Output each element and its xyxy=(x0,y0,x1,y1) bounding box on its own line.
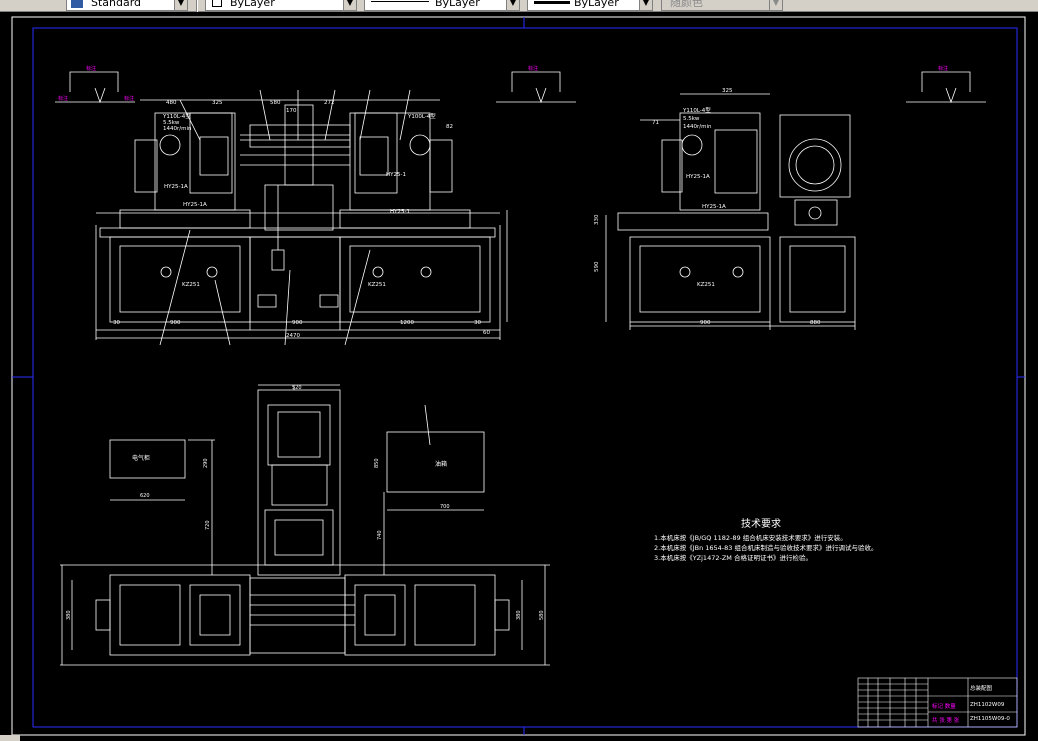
color-swatch-icon xyxy=(212,0,222,7)
svg-text:HY25-1: HY25-1 xyxy=(386,172,406,178)
svg-text:标注: 标注 xyxy=(86,65,96,72)
svg-text:380: 380 xyxy=(66,610,72,620)
layer-color-value: ByLayer xyxy=(230,0,275,9)
svg-text:Y100L-4型: Y100L-4型 xyxy=(407,112,436,120)
svg-text:480: 480 xyxy=(166,100,177,106)
svg-text:HY25-1A: HY25-1A xyxy=(702,204,726,210)
linetype-combo[interactable]: ByLayer ▼ xyxy=(364,0,520,11)
title-block-text: 总装配图 ZH1102W09 ZH1105W09-0 标记 数量 共 张 第 张 xyxy=(932,684,1010,724)
svg-text:170: 170 xyxy=(286,108,297,114)
svg-text:Y110L-4型: Y110L-4型 xyxy=(162,112,191,120)
svg-text:Y110L-4型: Y110L-4型 xyxy=(682,106,711,114)
svg-text:电气柜: 电气柜 xyxy=(132,454,150,462)
chevron-down-icon[interactable]: ▼ xyxy=(506,0,519,10)
technical-requirements: 技术要求 1.本机床按《JB/GQ 1182-89 组合机床安装技术要求》进行安… xyxy=(654,517,878,562)
status-bar-edge xyxy=(0,735,20,741)
svg-text:900: 900 xyxy=(700,320,711,326)
text-style-icon xyxy=(71,0,83,8)
svg-text:380: 380 xyxy=(516,610,522,620)
text-style-value: Standard xyxy=(91,0,142,9)
front-view-labels: Y110L-4型 5.5kw 1440r/min Y100L-4型 HY25-1… xyxy=(113,100,490,339)
tech-req-line-2: 2.本机床按《JBn 1654-83 组合机床制造与验收技术要求》进行调试与验收… xyxy=(654,543,878,552)
lineweight-combo[interactable]: ByLayer ▼ xyxy=(527,0,653,11)
chevron-down-icon[interactable]: ▼ xyxy=(174,0,187,10)
svg-text:520: 520 xyxy=(292,385,302,391)
svg-text:325: 325 xyxy=(722,88,733,94)
svg-text:油箱: 油箱 xyxy=(435,460,447,468)
chevron-down-icon[interactable]: ▼ xyxy=(343,0,356,10)
svg-text:900: 900 xyxy=(170,320,181,326)
svg-text:ZH1102W09: ZH1102W09 xyxy=(970,702,1005,708)
svg-text:700: 700 xyxy=(440,504,450,510)
chevron-down-icon[interactable]: ▼ xyxy=(639,0,652,10)
svg-text:580: 580 xyxy=(270,100,281,106)
svg-text:5.5kw: 5.5kw xyxy=(683,116,700,122)
svg-text:标注: 标注 xyxy=(58,95,68,102)
cad-drawing[interactable]: 标注 标注 标注 标注 Y110L-4型 5.5kw 1440r/min Y10… xyxy=(0,12,1038,741)
svg-text:标记 数量: 标记 数量 xyxy=(932,702,956,710)
svg-text:1440r/min: 1440r/min xyxy=(683,124,712,130)
svg-text:KZ251: KZ251 xyxy=(697,282,715,288)
drawing-canvas[interactable]: 标注 标注 标注 标注 Y110L-4型 5.5kw 1440r/min Y10… xyxy=(0,12,1038,741)
front-view: 标注 标注 标注 标注 xyxy=(55,65,576,346)
side-view: 标注 xyxy=(605,65,986,330)
svg-text:标注: 标注 xyxy=(528,65,538,72)
svg-text:330: 330 xyxy=(594,214,600,225)
svg-text:740: 740 xyxy=(377,530,383,540)
svg-text:900: 900 xyxy=(292,320,303,326)
toolbar-separator xyxy=(196,0,198,12)
svg-text:290: 290 xyxy=(203,458,209,468)
lineweight-value: ByLayer xyxy=(574,0,619,9)
svg-text:325: 325 xyxy=(212,100,223,106)
svg-text:850: 850 xyxy=(374,458,380,468)
plot-style-value: 随颜色 xyxy=(670,0,703,9)
svg-text:共 张 第 张: 共 张 第 张 xyxy=(932,716,960,724)
svg-text:580: 580 xyxy=(539,610,545,620)
linetype-value: ByLayer xyxy=(435,0,480,9)
layer-color-combo[interactable]: ByLayer ▼ xyxy=(205,0,357,11)
svg-text:272: 272 xyxy=(324,100,335,106)
svg-text:HY25-1A: HY25-1A xyxy=(686,174,710,180)
svg-text:ZH1105W09-0: ZH1105W09-0 xyxy=(970,716,1010,722)
top-view xyxy=(60,384,550,666)
svg-text:1200: 1200 xyxy=(400,320,414,326)
svg-text:2470: 2470 xyxy=(286,333,300,339)
svg-text:HY25-1A: HY25-1A xyxy=(183,202,207,208)
lineweight-preview-icon xyxy=(534,1,570,4)
properties-toolbar: Standard ▼ ByLayer ▼ ByLayer ▼ ByLayer ▼… xyxy=(0,0,1038,12)
svg-text:82: 82 xyxy=(446,124,453,130)
svg-text:总装配图: 总装配图 xyxy=(970,684,993,692)
chevron-down-icon[interactable]: ▼ xyxy=(769,0,782,10)
plot-style-combo[interactable]: 随颜色 ▼ xyxy=(661,0,783,11)
side-view-labels: Y110L-4型 5.5kw 1440r/min HY25-1A HY25-1A… xyxy=(594,88,821,326)
svg-text:标注: 标注 xyxy=(124,95,134,102)
tech-req-line-1: 1.本机床按《JB/GQ 1182-89 组合机床安装技术要求》进行安装。 xyxy=(654,533,847,542)
svg-text:HY25-1: HY25-1 xyxy=(390,209,410,215)
text-style-combo[interactable]: Standard ▼ xyxy=(66,0,188,11)
svg-text:590: 590 xyxy=(594,261,600,272)
svg-text:620: 620 xyxy=(140,493,150,499)
svg-text:KZ251: KZ251 xyxy=(368,282,386,288)
svg-text:1440r/min: 1440r/min xyxy=(163,126,192,132)
svg-text:71: 71 xyxy=(652,120,659,126)
svg-text:标注: 标注 xyxy=(938,65,948,72)
svg-text:60: 60 xyxy=(483,330,490,336)
svg-text:HY25-1A: HY25-1A xyxy=(164,184,188,190)
svg-text:720: 720 xyxy=(205,520,211,530)
svg-text:KZ251: KZ251 xyxy=(182,282,200,288)
linetype-preview-icon xyxy=(371,1,429,2)
tech-req-title: 技术要求 xyxy=(741,517,781,530)
svg-text:880: 880 xyxy=(810,320,821,326)
sheet-inner-border xyxy=(32,27,1018,728)
svg-text:30: 30 xyxy=(474,320,481,326)
svg-text:30: 30 xyxy=(113,320,120,326)
tech-req-line-3: 3.本机床按《YZj1472-ZM 合格证明证书》进行检验。 xyxy=(654,553,812,562)
